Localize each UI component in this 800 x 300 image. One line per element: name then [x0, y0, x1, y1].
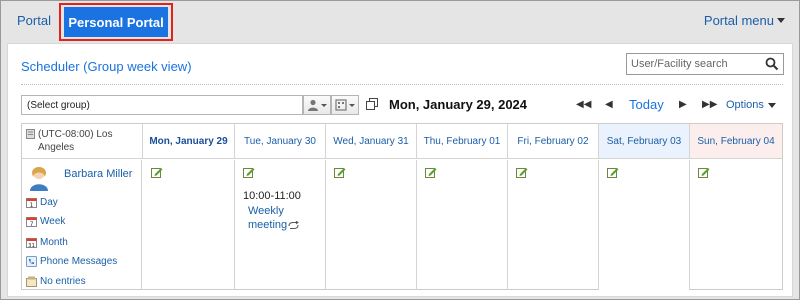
next-day-icon[interactable]: ▶	[679, 99, 687, 110]
facility-picker-button[interactable]	[331, 95, 359, 115]
phone-messages-link[interactable]: Phone Messages	[26, 256, 117, 267]
search-placeholder: User/Facility search	[631, 58, 728, 70]
no-entries-link[interactable]: No entries	[26, 276, 86, 287]
day-cell-mon[interactable]	[143, 160, 235, 290]
day-header-wed[interactable]: Wed, January 31	[326, 124, 417, 159]
calendar-day-icon: 1	[26, 198, 37, 208]
calendar-week-icon: 7	[26, 217, 37, 227]
day-header-tue[interactable]: Tue, January 30	[235, 124, 326, 159]
scheduler-panel: Scheduler (Group week view) User/Facilit…	[7, 43, 793, 297]
day-cell-thu[interactable]	[417, 160, 508, 290]
day-header-mon[interactable]: Mon, January 29	[143, 124, 235, 159]
new-appointment-icon[interactable]	[151, 167, 163, 179]
group-select[interactable]: (Select group)	[21, 95, 303, 115]
event-title-line1: Weekly	[248, 205, 284, 217]
chevron-down-icon	[321, 103, 327, 107]
week-view-link[interactable]: 7 Week	[26, 216, 65, 227]
phone-icon	[26, 256, 37, 267]
building-icon	[26, 129, 35, 139]
panel-title[interactable]: Scheduler (Group week view)	[21, 59, 192, 74]
user-facility-search-input[interactable]: User/Facility search	[626, 53, 784, 75]
search-icon[interactable]	[765, 57, 779, 71]
prev-week-icon[interactable]: ◀◀	[576, 99, 591, 110]
new-appointment-icon[interactable]	[243, 167, 255, 179]
user-column: Barbara Miller 1 Day 7 Week 31 Month Pho…	[22, 160, 142, 290]
day-cell-sun[interactable]	[690, 160, 782, 290]
calendar-month-icon: 31	[26, 238, 37, 248]
timezone-header: (UTC-08:00) Los Angeles	[22, 124, 143, 159]
next-week-icon[interactable]: ▶▶	[702, 99, 717, 110]
day-header-sun[interactable]: Sun, February 04	[690, 124, 782, 159]
new-appointment-icon[interactable]	[425, 167, 437, 179]
tab-personal-portal[interactable]: Personal Portal	[64, 7, 168, 37]
day-link-label: Day	[40, 197, 58, 208]
today-link[interactable]: Today	[629, 97, 664, 112]
event-title-line2: meeting	[248, 219, 288, 231]
phone-messages-label: Phone Messages	[40, 256, 118, 267]
copy-icon[interactable]	[366, 98, 378, 110]
tab-bar: Portal Personal Portal Portal menu	[1, 1, 799, 43]
current-date: Mon, January 29, 2024	[389, 97, 528, 112]
portal-menu-button[interactable]: Portal menu	[704, 13, 785, 28]
svg-text:31: 31	[28, 243, 35, 248]
user-name-link[interactable]: Barbara Miller	[64, 168, 132, 180]
svg-text:7: 7	[30, 221, 34, 227]
svg-text:1: 1	[30, 202, 34, 208]
user-picker-button[interactable]	[303, 95, 331, 115]
portal-menu-label: Portal menu	[703, 13, 774, 28]
day-view-link[interactable]: 1 Day	[26, 197, 58, 208]
divider	[21, 84, 783, 85]
options-label: Options	[726, 99, 764, 111]
window-frame: Portal Personal Portal Portal menu Sched…	[0, 0, 800, 300]
new-appointment-icon[interactable]	[334, 167, 346, 179]
day-header-sat[interactable]: Sat, February 03	[599, 124, 690, 159]
timezone-label: (UTC-08:00) Los Angeles	[38, 129, 113, 153]
day-cell-sat[interactable]	[599, 160, 690, 290]
person-icon	[308, 99, 318, 111]
day-header-fri[interactable]: Fri, February 02	[508, 124, 599, 159]
month-link-label: Month	[40, 237, 68, 248]
avatar[interactable]	[28, 165, 50, 191]
tab-portal[interactable]: Portal	[17, 13, 51, 28]
day-header-thu[interactable]: Thu, February 01	[417, 124, 508, 159]
options-menu[interactable]: Options	[726, 99, 776, 111]
presence-icon	[26, 276, 37, 287]
chevron-down-icon	[349, 103, 355, 107]
day-cell-fri[interactable]	[508, 160, 599, 290]
new-appointment-icon[interactable]	[698, 167, 710, 179]
no-entries-label: No entries	[40, 276, 86, 287]
week-link-label: Week	[40, 216, 66, 227]
month-view-link[interactable]: 31 Month	[26, 237, 68, 248]
new-appointment-icon[interactable]	[516, 167, 528, 179]
prev-day-icon[interactable]: ◀	[605, 99, 613, 110]
new-appointment-icon[interactable]	[607, 167, 619, 179]
day-cell-tue[interactable]: 10:00-11:00 Weekly meeting	[235, 160, 326, 290]
event-time: 10:00-11:00	[243, 190, 301, 202]
facility-icon	[335, 99, 347, 111]
chevron-down-icon	[767, 102, 776, 108]
repeat-icon	[288, 220, 299, 229]
week-grid: (UTC-08:00) Los Angeles Mon, January 29 …	[21, 123, 783, 290]
event-link[interactable]: Weekly meeting	[248, 204, 299, 232]
day-cell-wed[interactable]	[326, 160, 417, 290]
chevron-down-icon	[777, 18, 785, 23]
